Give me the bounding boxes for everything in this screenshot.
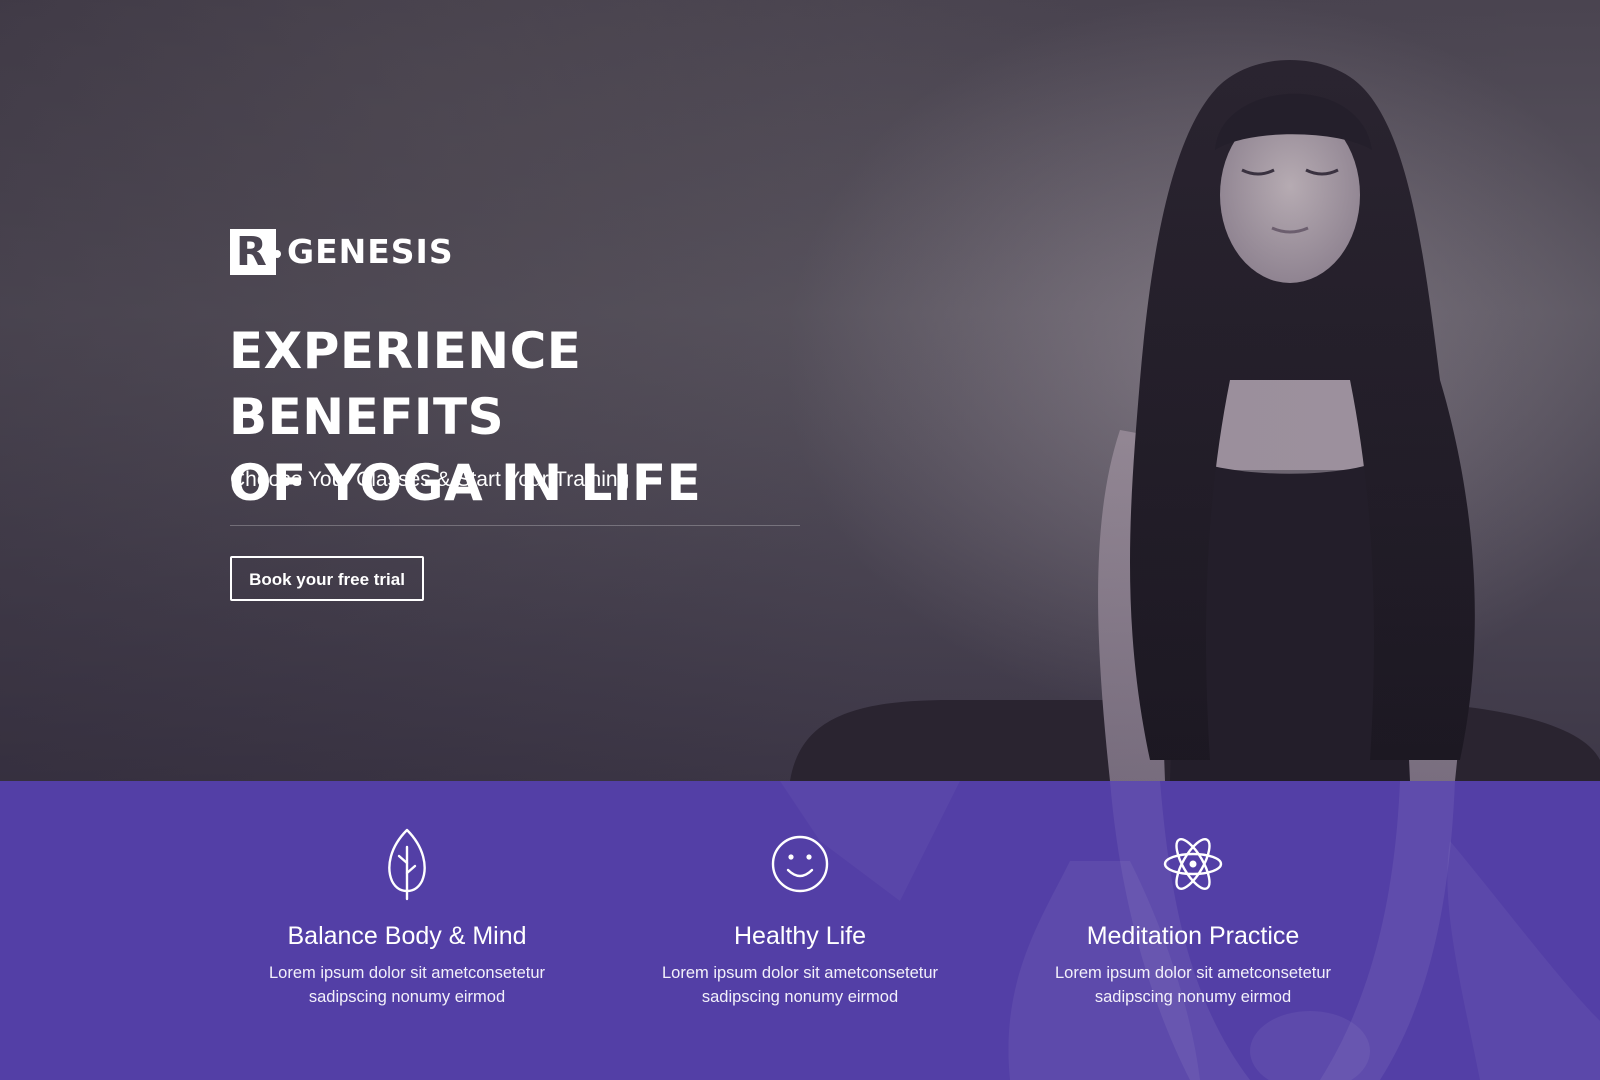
feature-description-line1: Lorem ipsum dolor sit ametconsetetur <box>1054 964 1332 982</box>
feature-title: Balance Body & Mind <box>287 922 527 950</box>
feature-description-line2: sadipscing nonumy eirmod <box>701 988 899 1006</box>
feature-description: Lorem ipsum dolor sit ametconsetetur sad… <box>660 961 940 1009</box>
leaf-icon <box>388 828 426 901</box>
feature-healthy-life: Healthy Life Lorem ipsum dolor sit ametc… <box>603 781 997 1080</box>
feature-title: Meditation Practice <box>1086 922 1300 950</box>
feature-meditation-practice: Meditation Practice Lorem ipsum dolor si… <box>996 781 1390 1080</box>
feature-balance-body-mind: Balance Body & Mind Lorem ipsum dolor si… <box>210 781 604 1080</box>
feature-title: Healthy Life <box>733 922 867 950</box>
hero-divider <box>230 525 800 526</box>
feature-description-line2: sadipscing nonumy eirmod <box>1094 988 1292 1006</box>
hero-headline-line1: EXPERIENCE BENEFITS <box>229 322 582 446</box>
feature-description: Lorem ipsum dolor sit ametconsetetur sad… <box>267 961 547 1009</box>
book-free-trial-button[interactable]: Book your free trial <box>230 556 424 601</box>
feature-description-line1: Lorem ipsum dolor sit ametconsetetur <box>268 964 546 982</box>
feature-description: Lorem ipsum dolor sit ametconsetetur sad… <box>1053 961 1333 1009</box>
hero-subheadline: Choose Your Classes & Start Your Trainin… <box>230 468 630 491</box>
brand-logo[interactable]: R GENESIS <box>230 229 454 275</box>
landing-page: R GENESIS EXPERIENCE BENEFITS OF YOGA IN… <box>0 0 1600 1080</box>
brand-name: GENESIS <box>287 232 454 271</box>
logo-dot <box>273 250 281 258</box>
smiley-face-icon <box>771 835 829 893</box>
feature-description-line1: Lorem ipsum dolor sit ametconsetetur <box>661 964 939 982</box>
logo-mark-icon: R <box>230 229 276 275</box>
feature-description-line2: sadipscing nonumy eirmod <box>308 988 506 1006</box>
logo-mark-letter: R <box>236 229 267 275</box>
features-section: Balance Body & Mind Lorem ipsum dolor si… <box>0 781 1600 1080</box>
atom-icon <box>1163 838 1223 890</box>
hero-section: R GENESIS EXPERIENCE BENEFITS OF YOGA IN… <box>0 0 1600 781</box>
